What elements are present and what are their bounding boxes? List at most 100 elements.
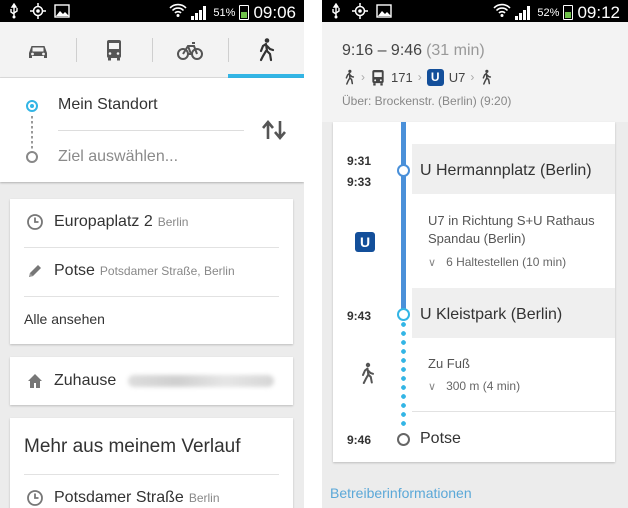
chevron-down-icon: ∨ bbox=[428, 380, 437, 393]
chevron-right-icon: › bbox=[417, 70, 422, 84]
walk-distance: 300 m (4 min) bbox=[446, 379, 521, 393]
image-icon bbox=[376, 3, 392, 19]
mode-walk-button[interactable] bbox=[228, 22, 304, 78]
route-divider bbox=[58, 130, 244, 131]
home-card[interactable]: Zuhause bbox=[10, 357, 293, 405]
destination-marker-icon bbox=[397, 433, 410, 446]
gps-icon bbox=[30, 3, 46, 19]
route-input-card: Mein Standort bbox=[0, 78, 304, 182]
walk-icon bbox=[259, 38, 275, 62]
history-item[interactable]: Potsdamer Straße Berlin bbox=[54, 489, 220, 507]
stop-name[interactable]: Potse bbox=[420, 430, 461, 448]
chevron-right-icon: › bbox=[361, 70, 365, 84]
car-icon bbox=[29, 46, 47, 58]
time-range: 9:16 – 9:46 bbox=[342, 42, 423, 59]
battery-percent: 51% bbox=[213, 6, 236, 19]
status-bar: 51% 09:06 bbox=[0, 0, 304, 22]
route-duration: (31 min) bbox=[426, 42, 485, 59]
mode-car-button[interactable] bbox=[0, 22, 76, 78]
battery-icon bbox=[563, 5, 574, 20]
route-time-range: 9:16 – 9:46 (31 min) bbox=[342, 42, 485, 60]
ubahn-line: U7 bbox=[448, 69, 466, 85]
signal-icon bbox=[515, 5, 533, 20]
ubahn-icon: U bbox=[426, 68, 444, 86]
mode-bike-button[interactable] bbox=[152, 22, 228, 78]
ubahn-icon: U bbox=[355, 232, 375, 252]
route-connector bbox=[31, 116, 33, 150]
usb-icon bbox=[6, 2, 22, 19]
transit-line bbox=[401, 122, 406, 170]
pencil-icon bbox=[26, 262, 44, 280]
transit-direction: U7 in Richtung S+U Rathaus Spandau (Berl… bbox=[428, 213, 595, 246]
bus-icon bbox=[107, 40, 121, 61]
mode-transit-button[interactable] bbox=[76, 22, 152, 78]
operator-info-link[interactable]: Betreiberinformationen bbox=[330, 485, 472, 501]
destination-marker-icon bbox=[26, 151, 38, 163]
history-item-title: Potsdamer Straße bbox=[54, 489, 184, 506]
home-label: Zuhause bbox=[54, 372, 117, 389]
chevron-right-icon: › bbox=[470, 70, 475, 84]
arrival-time: 9:31 bbox=[347, 154, 372, 168]
home-icon bbox=[26, 372, 44, 390]
gps-icon bbox=[352, 3, 368, 19]
stop-name: U Hermannplatz (Berlin) bbox=[420, 162, 592, 179]
origin-field[interactable]: Mein Standort bbox=[58, 96, 158, 114]
history-item[interactable]: Europaplatz 2 Berlin bbox=[10, 199, 293, 247]
stop-marker-icon bbox=[397, 308, 410, 321]
right-screen: 52% 09:12 9:16 – 9:46 (31 min) › 171 › U … bbox=[322, 0, 628, 508]
departure-time: 9:33 bbox=[347, 175, 372, 189]
walk-icon bbox=[345, 69, 355, 85]
clock-icon bbox=[26, 489, 44, 507]
walk-icon bbox=[482, 69, 492, 85]
route-timeline: 9:31 9:33 U Hermannplatz (Berlin) U U7 i… bbox=[333, 122, 615, 462]
stop-time: 9:46 bbox=[347, 433, 372, 447]
battery-icon bbox=[239, 5, 250, 20]
stop-name: U Kleistpark (Berlin) bbox=[420, 306, 563, 323]
more-history-card: Mehr aus meinem Verlauf Potsdamer Straße… bbox=[10, 418, 293, 508]
see-all-button[interactable]: Alle ansehen bbox=[24, 311, 105, 327]
origin-marker-icon bbox=[26, 100, 38, 112]
history-item-title: Europaplatz 2 bbox=[54, 213, 153, 230]
usb-icon bbox=[328, 2, 344, 19]
transit-stops-toggle[interactable]: ∨ 6 Haltestellen (10 min) bbox=[428, 255, 566, 269]
swap-icon bbox=[262, 119, 286, 141]
bus-icon bbox=[372, 69, 384, 86]
stop-time: 9:43 bbox=[347, 309, 372, 323]
history-item-title: Potse bbox=[54, 262, 95, 279]
route-summary: 9:16 – 9:46 (31 min) › 171 › U U7 › Über:… bbox=[322, 22, 628, 122]
image-icon bbox=[54, 3, 70, 19]
recent-history-card: Europaplatz 2 Berlin Potse Potsdamer Straß… bbox=[10, 199, 293, 344]
bike-icon bbox=[177, 42, 203, 60]
transit-stops: 6 Haltestellen (10 min) bbox=[446, 255, 567, 269]
chevron-down-icon: ∨ bbox=[428, 256, 437, 269]
blurred-address bbox=[128, 375, 274, 387]
travel-mode-bar bbox=[0, 22, 304, 78]
more-history-title: Mehr aus meinem Verlauf bbox=[24, 436, 241, 457]
divider bbox=[412, 411, 615, 412]
wifi-icon bbox=[493, 2, 512, 23]
walk-distance-toggle[interactable]: ∨ 300 m (4 min) bbox=[428, 379, 520, 393]
walk-line bbox=[401, 320, 406, 428]
swap-route-button[interactable] bbox=[258, 118, 290, 142]
history-item-subtitle: Berlin bbox=[188, 491, 220, 505]
battery-percent: 52% bbox=[537, 6, 560, 19]
clock-time: 09:12 bbox=[577, 2, 620, 22]
history-item-subtitle: Potsdamer Straße, Berlin bbox=[99, 264, 235, 278]
left-screen: 51% 09:06 Mein Standort Ziel auswählen..… bbox=[0, 0, 304, 508]
route-via: Über: Brockenstr. (Berlin) (9:20) bbox=[342, 94, 512, 108]
clock-time: 09:06 bbox=[253, 2, 296, 22]
history-item-subtitle: Berlin bbox=[157, 215, 189, 229]
history-item[interactable]: Potse Potsdamer Straße, Berlin bbox=[10, 248, 293, 296]
destination-input[interactable] bbox=[58, 146, 244, 168]
signal-icon bbox=[191, 5, 209, 20]
bus-number: 171 bbox=[391, 69, 413, 85]
walk-icon bbox=[357, 362, 377, 384]
divider bbox=[24, 296, 279, 297]
wifi-icon bbox=[169, 2, 188, 23]
clock-icon bbox=[26, 213, 44, 231]
route-steps: › 171 › U U7 › bbox=[342, 66, 493, 88]
stop-marker-icon bbox=[397, 164, 410, 177]
walk-label: Zu Fuß bbox=[428, 356, 470, 371]
transit-line bbox=[401, 170, 406, 313]
status-bar: 52% 09:12 bbox=[322, 0, 628, 22]
